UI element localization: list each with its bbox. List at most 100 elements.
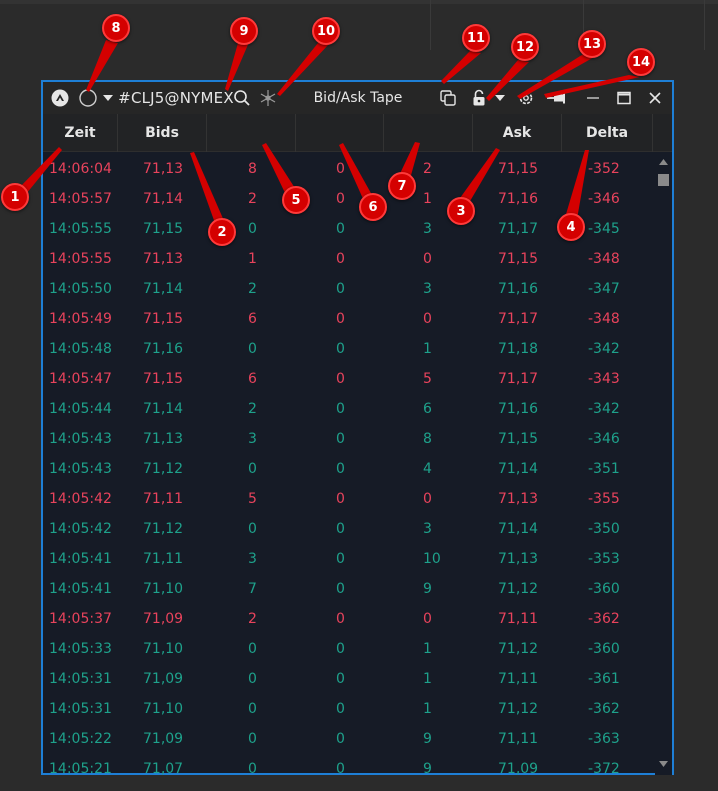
row-bid-volume: 0 — [248, 341, 257, 357]
table-row[interactable]: 14:05:50 71,14 2 0 3 71,16 -347 — [43, 274, 655, 304]
table-row[interactable]: 14:05:55 71,13 1 0 0 71,15 -348 — [43, 244, 655, 274]
row-ask-volume: 5 — [423, 371, 432, 387]
row-ask-price: 71,14 — [498, 461, 539, 477]
duplicate-window-icon[interactable] — [437, 82, 459, 114]
row-time: 14:05:33 — [49, 641, 112, 657]
row-ask-volume: 3 — [423, 521, 432, 537]
row-delta: -360 — [588, 581, 620, 597]
row-time: 14:05:49 — [49, 311, 112, 327]
row-ask-volume: 6 — [423, 401, 432, 417]
callout-13: 13 — [578, 30, 606, 58]
row-ask-price: 71,09 — [498, 761, 539, 775]
table-row[interactable]: 14:05:31 71,09 0 0 1 71,11 -361 — [43, 664, 655, 694]
search-icon[interactable] — [231, 82, 253, 114]
snowflake-icon[interactable] — [257, 82, 279, 114]
callout-4: 4 — [557, 213, 585, 241]
scroll-down-arrow-icon[interactable] — [659, 761, 668, 768]
table-row[interactable]: 14:05:42 71,12 0 0 3 71,14 -350 — [43, 514, 655, 544]
pin-icon[interactable] — [545, 82, 569, 114]
maximize-icon[interactable] — [613, 82, 635, 114]
vertical-scrollbar[interactable] — [655, 154, 672, 775]
table-row[interactable]: 14:05:49 71,15 6 0 0 71,17 -348 — [43, 304, 655, 334]
table-row[interactable]: 14:05:37 71,09 2 0 0 71,11 -362 — [43, 604, 655, 634]
row-delta: -372 — [588, 761, 620, 775]
table-row[interactable]: 14:05:21 71,07 0 0 9 71,09 -372 — [43, 754, 655, 775]
gear-icon[interactable] — [515, 82, 537, 114]
table-row[interactable]: 14:06:04 71,13 8 0 2 71,15 -352 — [43, 154, 655, 184]
table-row[interactable]: 14:05:33 71,10 0 0 1 71,12 -360 — [43, 634, 655, 664]
row-bid-price: 71,10 — [143, 641, 184, 657]
table-row[interactable]: 14:05:43 71,13 3 0 8 71,15 -346 — [43, 424, 655, 454]
column-header-ask-volume[interactable] — [384, 114, 473, 152]
row-time: 14:06:04 — [49, 161, 112, 177]
row-bid-price: 71,15 — [143, 221, 184, 237]
table-row[interactable]: 14:05:42 71,11 5 0 0 71,13 -355 — [43, 484, 655, 514]
column-header-ask[interactable]: Ask — [473, 114, 562, 152]
row-bid-price: 71,09 — [143, 731, 184, 747]
callout-5: 5 — [282, 186, 310, 214]
row-delta: -361 — [588, 671, 620, 687]
row-ask-price: 71,11 — [498, 731, 539, 747]
table-row[interactable]: 14:05:41 71,10 7 0 9 71,12 -360 — [43, 574, 655, 604]
desktop-divider — [704, 0, 705, 50]
row-bid-price: 71,16 — [143, 341, 184, 357]
row-bid-volume: 2 — [248, 281, 257, 297]
row-ask-price: 71,13 — [498, 491, 539, 507]
minimize-icon[interactable] — [582, 82, 604, 114]
scroll-up-arrow-icon[interactable] — [659, 159, 668, 166]
row-ask-volume: 0 — [423, 611, 432, 627]
table-row[interactable]: 14:05:57 71,14 2 0 1 71,16 -346 — [43, 184, 655, 214]
link-dropdown-chevron-icon[interactable] — [101, 82, 115, 114]
table-row[interactable]: 14:05:22 71,09 0 0 9 71,11 -363 — [43, 724, 655, 754]
row-delta: -363 — [588, 731, 620, 747]
row-ask-price: 71,15 — [498, 251, 539, 267]
link-circle-icon[interactable] — [77, 82, 99, 114]
close-icon[interactable] — [644, 82, 666, 114]
column-header-time[interactable]: Zeit — [43, 114, 118, 152]
row-delta: -353 — [588, 551, 620, 567]
row-ask-price: 71,15 — [498, 431, 539, 447]
column-header-delta[interactable]: Delta — [562, 114, 653, 152]
column-header-mid-volume[interactable] — [296, 114, 384, 152]
row-mid-volume: 0 — [336, 521, 345, 537]
row-bid-volume: 0 — [248, 221, 257, 237]
row-mid-volume: 0 — [336, 341, 345, 357]
table-row[interactable]: 14:05:47 71,15 6 0 5 71,17 -343 — [43, 364, 655, 394]
app-logo-icon[interactable] — [49, 82, 71, 114]
row-mid-volume: 0 — [336, 461, 345, 477]
scrollbar-thumb[interactable] — [658, 174, 669, 186]
column-header-bids[interactable]: Bids — [118, 114, 207, 152]
row-bid-price: 71,14 — [143, 191, 184, 207]
callout-11: 11 — [462, 24, 490, 52]
row-delta: -343 — [588, 371, 620, 387]
callout-10: 10 — [312, 17, 340, 45]
row-bid-volume: 0 — [248, 521, 257, 537]
row-mid-volume: 0 — [336, 701, 345, 717]
row-time: 14:05:55 — [49, 251, 112, 267]
row-ask-volume: 1 — [423, 671, 432, 687]
column-header-bid-volume[interactable] — [207, 114, 296, 152]
lock-dropdown-chevron-icon[interactable] — [493, 82, 507, 114]
callout-1: 1 — [1, 183, 29, 211]
row-time: 14:05:41 — [49, 551, 112, 567]
row-bid-price: 71,14 — [143, 281, 184, 297]
lock-icon[interactable] — [469, 82, 489, 114]
window-titlebar[interactable]: #CLJ5@NYMEX Bid/Ask Tape — [43, 82, 672, 114]
row-delta: -360 — [588, 641, 620, 657]
table-row[interactable]: 14:05:41 71,11 3 0 10 71,13 -353 — [43, 544, 655, 574]
symbol-label[interactable]: #CLJ5@NYMEX — [118, 82, 233, 114]
row-bid-price: 71,10 — [143, 701, 184, 717]
row-mid-volume: 0 — [336, 581, 345, 597]
table-row[interactable]: 14:05:43 71,12 0 0 4 71,14 -351 — [43, 454, 655, 484]
row-mid-volume: 0 — [336, 191, 345, 207]
row-mid-volume: 0 — [336, 611, 345, 627]
row-time: 14:05:22 — [49, 731, 112, 747]
row-delta: -342 — [588, 341, 620, 357]
table-row[interactable]: 14:05:48 71,16 0 0 1 71,18 -342 — [43, 334, 655, 364]
table-row[interactable]: 14:05:31 71,10 0 0 1 71,12 -362 — [43, 694, 655, 724]
row-bid-volume: 2 — [248, 611, 257, 627]
row-time: 14:05:43 — [49, 431, 112, 447]
table-row[interactable]: 14:05:44 71,14 2 0 6 71,16 -342 — [43, 394, 655, 424]
row-bid-volume: 2 — [248, 191, 257, 207]
row-bid-price: 71,13 — [143, 161, 184, 177]
